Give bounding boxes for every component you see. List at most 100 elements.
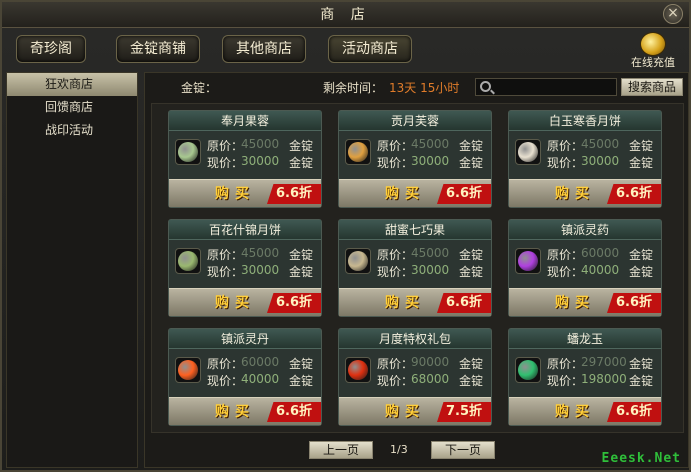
search-items-button[interactable]: 搜索商品 xyxy=(621,78,683,96)
original-price-label: 原价： xyxy=(547,357,584,371)
item-name: 月度特权礼包 xyxy=(339,329,491,349)
original-price-row: 原价： 90000 金锭 xyxy=(377,355,483,372)
original-price-label: 原价： xyxy=(207,357,244,371)
shop-item-card: 甜蜜七巧果 原价： 45000 金锭 现价： 30000 金锭 购买 6.6折 xyxy=(338,219,492,317)
shop-infobar: 金锭： 剩余时间： 13天 15小时 搜索商品 xyxy=(145,73,688,99)
current-price-row: 现价： 30000 金锭 xyxy=(207,154,313,171)
prev-page-button[interactable]: 上一页 xyxy=(309,441,373,459)
buy-button[interactable]: 购买 xyxy=(205,403,265,421)
window-title: 商 店 xyxy=(320,7,371,23)
original-price-value: 45000 xyxy=(241,137,280,151)
shop-window: 商 店 × 奇珍阁 金锭商铺 其他商店 活动商店 在线充值 狂欢商店 回馈商店 … xyxy=(0,0,691,472)
item-icon-gem xyxy=(178,360,198,380)
search-input[interactable] xyxy=(496,80,614,94)
buy-bar: 购买 6.6折 xyxy=(169,397,321,425)
buy-button[interactable]: 购买 xyxy=(205,294,265,312)
shop-item-card: 镇派灵药 原价： 60000 金锭 现价： 40000 金锭 购买 6.6折 xyxy=(508,219,662,317)
original-price-row: 原价： 60000 金锭 xyxy=(207,355,313,372)
next-page-button[interactable]: 下一页 xyxy=(431,441,495,459)
item-icon-gem xyxy=(348,142,368,162)
buy-bar: 购买 6.6折 xyxy=(169,179,321,207)
current-price-label: 现价： xyxy=(377,265,414,279)
item-name: 白玉寒香月饼 xyxy=(509,111,661,131)
original-price-label: 原价： xyxy=(377,139,414,153)
window-titlebar: 商 店 × xyxy=(2,2,689,28)
current-price-value: 30000 xyxy=(411,263,450,277)
current-price-value: 68000 xyxy=(411,372,450,386)
gold-coins-icon xyxy=(640,32,666,56)
sidebar-item-carnival-shop[interactable]: 狂欢商店 xyxy=(7,73,137,96)
current-price-row: 现价： 68000 金锭 xyxy=(377,372,483,389)
sidebar-item-reward-shop[interactable]: 回馈商店 xyxy=(7,96,137,119)
currency-unit: 金锭 xyxy=(289,156,314,170)
mooncake-icon[interactable] xyxy=(345,248,371,274)
original-price-row: 原价： 45000 金锭 xyxy=(207,137,313,154)
original-price-row: 原价： 60000 金锭 xyxy=(547,246,653,263)
discount-badge: 6.6折 xyxy=(267,293,321,313)
jade-icon[interactable] xyxy=(515,357,541,383)
sidebar-item-zhanyin-event[interactable]: 战印活动 xyxy=(7,119,137,142)
original-price-value: 90000 xyxy=(411,355,450,369)
currency-unit: 金锭 xyxy=(289,139,314,153)
original-price-label: 原价： xyxy=(207,139,244,153)
buy-button[interactable]: 购买 xyxy=(375,185,435,203)
buy-bar: 购买 6.6折 xyxy=(169,288,321,316)
buy-bar: 购买 6.6折 xyxy=(339,179,491,207)
current-price-value: 30000 xyxy=(241,263,280,277)
current-price-label: 现价： xyxy=(377,374,414,388)
online-recharge-button[interactable]: 在线充值 xyxy=(625,32,681,70)
tab-event-shop[interactable]: 活动商店 xyxy=(328,35,412,63)
mooncake-icon[interactable] xyxy=(345,139,371,165)
item-name: 甜蜜七巧果 xyxy=(339,220,491,240)
item-name: 贡月芙蓉 xyxy=(339,111,491,131)
item-name: 奉月果蓉 xyxy=(169,111,321,131)
buy-button[interactable]: 购买 xyxy=(375,294,435,312)
tab-qizhenge[interactable]: 奇珍阁 xyxy=(16,35,86,63)
buy-bar: 购买 7.5折 xyxy=(339,397,491,425)
buy-button[interactable]: 购买 xyxy=(545,185,605,203)
buy-bar: 购买 6.6折 xyxy=(509,179,661,207)
discount-badge: 6.6折 xyxy=(267,402,321,422)
current-price-label: 现价： xyxy=(547,156,584,170)
current-price-value: 198000 xyxy=(581,372,627,386)
currency-unit: 金锭 xyxy=(289,357,314,371)
close-icon[interactable]: × xyxy=(663,4,683,24)
recharge-label: 在线充值 xyxy=(631,56,675,69)
original-price-label: 原价： xyxy=(377,248,414,262)
buy-button[interactable]: 购买 xyxy=(375,403,435,421)
item-icon-gem xyxy=(348,251,368,271)
original-price-label: 原价： xyxy=(547,248,584,262)
item-icon-gem xyxy=(518,251,538,271)
item-name: 镇派灵药 xyxy=(509,220,661,240)
shop-item-card: 白玉寒香月饼 原价： 45000 金锭 现价： 30000 金锭 购买 6.6折 xyxy=(508,110,662,208)
currency-unit: 金锭 xyxy=(459,248,484,262)
gold-label: 金锭： xyxy=(181,81,218,95)
current-price-value: 30000 xyxy=(411,154,450,168)
discount-badge: 6.6折 xyxy=(437,184,491,204)
original-price-value: 45000 xyxy=(411,137,450,151)
gift-pack-icon[interactable] xyxy=(345,357,371,383)
tab-other-shops[interactable]: 其他商店 xyxy=(222,35,306,63)
page-indicator: 1/3 xyxy=(390,443,408,456)
shop-item-card: 月度特权礼包原价： 90000 金锭 现价： 68000 金锭购买 7.5折 xyxy=(338,328,492,426)
item-icon-gem xyxy=(348,360,368,380)
pill-icon[interactable] xyxy=(175,357,201,383)
current-price-label: 现价： xyxy=(547,265,584,279)
tab-jinding-shop[interactable]: 金锭商铺 xyxy=(116,35,200,63)
shop-item-card: 贡月芙蓉 原价： 45000 金锭 现价： 30000 金锭 购买 6.6折 xyxy=(338,110,492,208)
original-price-value: 60000 xyxy=(581,246,620,260)
potion-icon[interactable] xyxy=(515,248,541,274)
mooncake-icon[interactable] xyxy=(175,139,201,165)
current-price-row: 现价： 40000 金锭 xyxy=(547,263,653,280)
buy-button[interactable]: 购买 xyxy=(545,294,605,312)
currency-unit: 金锭 xyxy=(289,248,314,262)
mooncake-icon[interactable] xyxy=(515,139,541,165)
shop-sidebar: 狂欢商店 回馈商店 战印活动 xyxy=(6,72,138,468)
watermark: Eeesk.Net xyxy=(601,451,681,466)
original-price-value: 60000 xyxy=(241,355,280,369)
current-price-label: 现价： xyxy=(547,374,584,388)
buy-button[interactable]: 购买 xyxy=(545,403,605,421)
shop-item-card: 镇派灵丹 原价： 60000 金锭 现价： 40000 金锭 购买 6.6折 xyxy=(168,328,322,426)
mooncake-icon[interactable] xyxy=(175,248,201,274)
buy-button[interactable]: 购买 xyxy=(205,185,265,203)
